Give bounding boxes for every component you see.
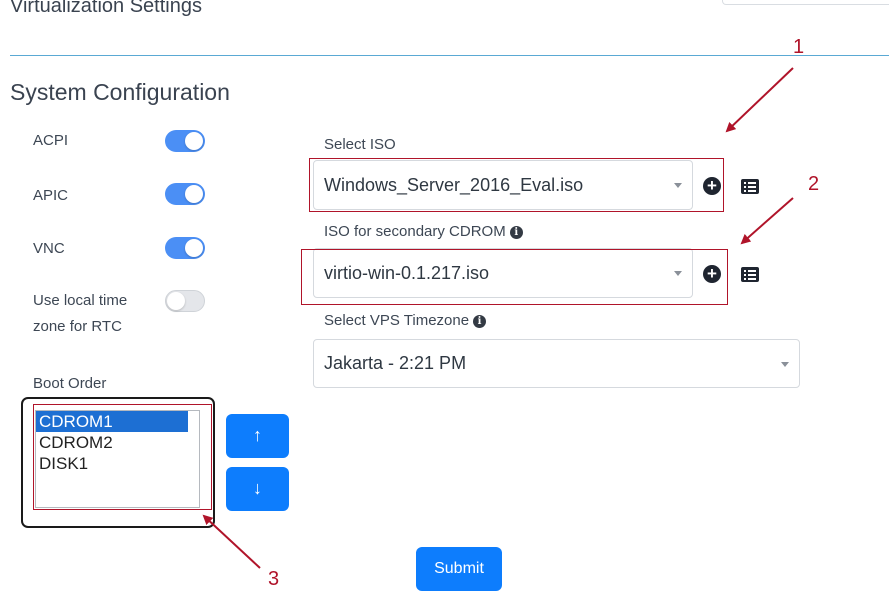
annotation-arrow-3: [202, 514, 261, 569]
annotation-arrow-1: [725, 67, 794, 133]
annotation-arrow-2: [740, 197, 794, 245]
annotation-arrows: [202, 67, 794, 569]
